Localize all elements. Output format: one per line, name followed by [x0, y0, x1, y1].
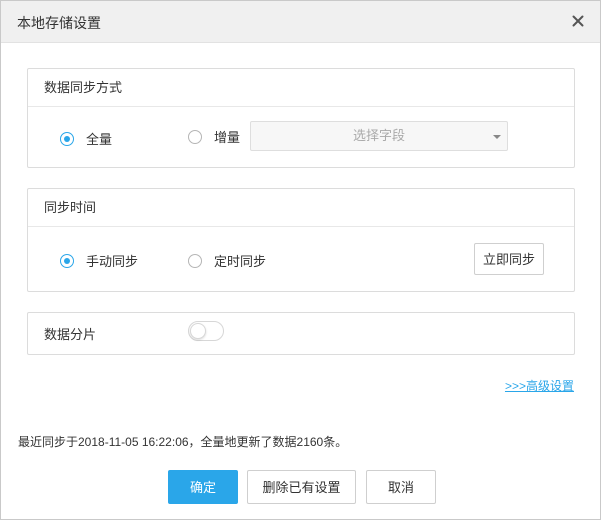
- radio-manual-sync[interactable]: 手动同步: [60, 251, 138, 270]
- dialog-titlebar: 本地存储设置: [1, 1, 600, 43]
- radio-incremental-sync[interactable]: 增量: [188, 127, 240, 146]
- sharding-toggle[interactable]: [188, 321, 224, 341]
- field-select[interactable]: 选择字段: [250, 121, 508, 151]
- sync-time-panel: 同步时间 手动同步 定时同步 立即同步: [27, 188, 575, 292]
- cancel-button[interactable]: 取消: [366, 470, 436, 504]
- advanced-settings-link[interactable]: >>>高级设置: [505, 377, 574, 394]
- radio-incremental-sync-label: 增量: [214, 130, 241, 145]
- sharding-toggle-knob: [190, 323, 206, 339]
- radio-scheduled-sync-label: 定时同步: [214, 254, 267, 269]
- last-sync-status: 最近同步于2018-11-05 16:22:06，全量地更新了数据2160条。: [18, 435, 348, 449]
- radio-full-sync-label: 全量: [86, 132, 113, 147]
- radio-manual-sync-indicator: [60, 253, 74, 268]
- confirm-button[interactable]: 确定: [168, 470, 238, 504]
- radio-scheduled-sync-indicator: [188, 253, 202, 268]
- sync-now-button[interactable]: 立即同步: [474, 243, 544, 275]
- radio-scheduled-sync[interactable]: 定时同步: [188, 251, 266, 270]
- radio-full-sync-indicator: [60, 131, 74, 146]
- field-select-placeholder: 选择字段: [352, 128, 405, 143]
- radio-incremental-sync-indicator: [188, 129, 202, 144]
- dialog-title: 本地存储设置: [17, 15, 101, 31]
- radio-full-sync[interactable]: 全量: [60, 129, 112, 148]
- radio-manual-sync-label: 手动同步: [86, 254, 139, 269]
- chevron-down-icon: [493, 135, 501, 139]
- sharding-label: 数据分片: [44, 327, 97, 342]
- delete-settings-button[interactable]: 删除已有设置: [247, 470, 356, 504]
- sharding-panel: 数据分片: [27, 312, 575, 355]
- local-storage-settings-dialog: 本地存储设置 数据同步方式 全量 增量 选择字段 同步时间 手动同步 定时同步 …: [0, 0, 601, 520]
- sync-mode-header: 数据同步方式: [28, 69, 574, 107]
- sync-mode-panel: 数据同步方式 全量 增量 选择字段: [27, 68, 575, 168]
- close-icon[interactable]: [572, 15, 584, 27]
- sync-time-header: 同步时间: [28, 189, 574, 227]
